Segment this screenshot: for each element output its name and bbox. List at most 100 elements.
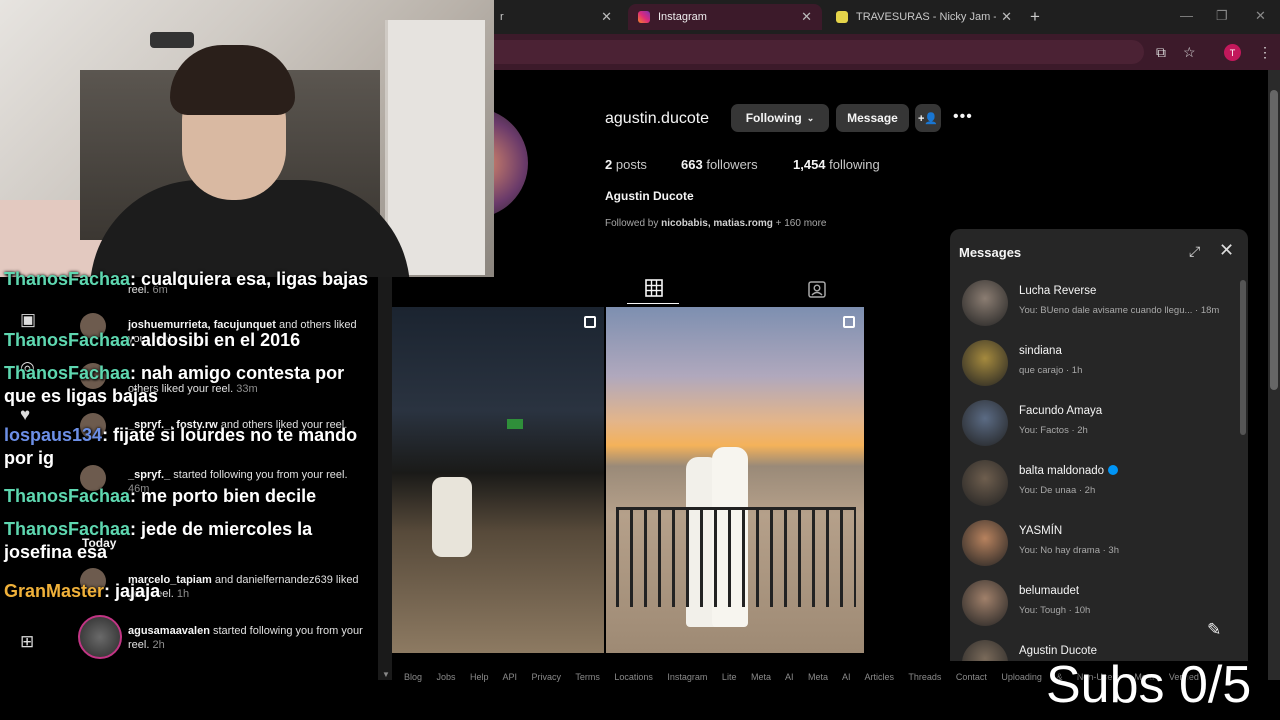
thread-name: YASMÍN	[1019, 525, 1062, 537]
address-field[interactable]	[494, 40, 1144, 64]
browser-tab[interactable]: r ✕	[494, 4, 622, 30]
post-thumbnail[interactable]	[606, 307, 864, 653]
notification-item[interactable]: agusamaavalen started following you from…	[128, 624, 368, 652]
page-scrollbar-thumb[interactable]	[1270, 90, 1278, 390]
messages-title: Messages	[959, 245, 1022, 260]
notification-users: _spryf._	[128, 469, 171, 481]
message-thread[interactable]: Lucha Reverse You: BUeno dale avisame cua…	[960, 276, 1230, 336]
notification-time: 2h	[152, 639, 165, 651]
more-menu-icon[interactable]: ⊞	[20, 632, 34, 652]
thread-preview: You: BUeno dale avisame cuando llegu... …	[1019, 305, 1220, 316]
thread-preview: You: De unaa · 2h	[1019, 485, 1096, 496]
chat-text: : jajaja	[104, 581, 161, 601]
notification-text: started following you from your reel.	[173, 469, 348, 481]
thread-name-text: belumaudet	[1019, 585, 1080, 597]
close-tab-icon[interactable]: ✕	[801, 9, 812, 25]
message-thread[interactable]: balta maldonado You: De unaa · 2h	[960, 456, 1230, 516]
followers-stat[interactable]: 663 followers	[681, 157, 758, 172]
webcam-background	[150, 32, 194, 48]
tagged-tab-icon[interactable]	[808, 280, 826, 298]
thread-name: Lucha Reverse	[1019, 285, 1096, 297]
chat-username: GranMaster	[4, 581, 105, 601]
suggested-people-icon[interactable]: +👤	[915, 104, 941, 132]
notification-avatar[interactable]	[78, 615, 122, 659]
message-thread[interactable]: Facundo Amaya You: Factos · 2h	[960, 396, 1230, 456]
chat-message: lospaus134: fijate si lourdes no te mand…	[4, 424, 374, 470]
expand-icon[interactable]: ⤢	[1189, 243, 1200, 260]
message-thread[interactable]: YASMÍN You: No hay drama · 3h	[960, 516, 1230, 576]
posts-label: posts	[615, 157, 647, 172]
thread-name: belumaudet	[1019, 585, 1079, 597]
chevron-down-icon: ⌄	[806, 112, 815, 123]
chat-username: ThanosFachaa	[4, 269, 131, 289]
minimize-icon[interactable]: —	[1180, 8, 1193, 23]
message-button[interactable]: Message	[836, 104, 909, 132]
scroll-down-icon[interactable]: ▼	[382, 670, 390, 679]
thread-name-text: Facundo Amaya	[1019, 405, 1103, 417]
tab-title: TRAVESURAS - Nicky Jam - LET	[856, 11, 996, 23]
thread-name: sindiana	[1019, 345, 1062, 357]
thread-avatar	[962, 580, 1008, 626]
verified-badge-icon	[1108, 465, 1119, 475]
notification-users: agusamaavalen	[128, 625, 210, 637]
close-tab-icon[interactable]: ✕	[1001, 9, 1012, 25]
browser-menu-icon[interactable]: ⋮	[1258, 44, 1272, 61]
following-button[interactable]: Following ⌄	[731, 104, 829, 132]
post-thumbnail[interactable]	[392, 307, 604, 653]
close-tab-icon[interactable]: ✕	[601, 9, 612, 25]
following-label: Following	[745, 111, 802, 125]
messages-scrollbar[interactable]	[1240, 280, 1246, 435]
more-options-icon[interactable]: •••	[953, 108, 973, 126]
thread-preview: You: Factos · 2h	[1019, 425, 1088, 436]
chat-username: ThanosFachaa	[4, 330, 131, 350]
thread-name: Facundo Amaya	[1019, 405, 1102, 417]
chat-message: ThanosFachaa: me porto bien decile	[4, 485, 374, 508]
posts-grid-tab-icon[interactable]	[645, 279, 663, 297]
chat-text: : aldosibi en el 2016	[130, 330, 301, 350]
following-stat-label: following	[829, 157, 880, 172]
following-stat[interactable]: 1,454 following	[793, 157, 880, 172]
carousel-icon	[584, 316, 596, 328]
notifications-scrollbar[interactable]	[378, 277, 392, 680]
active-tab-indicator	[627, 303, 679, 304]
webcam-overlay	[0, 0, 494, 277]
tab-title: Instagram	[658, 11, 707, 23]
thread-name-text: balta maldonado	[1019, 465, 1105, 477]
window-close-icon[interactable]: ✕	[1255, 8, 1266, 24]
reels-icon[interactable]: ▣	[20, 310, 36, 330]
close-icon[interactable]: ✕	[1219, 240, 1234, 261]
thread-name-text: Lucha Reverse	[1019, 285, 1097, 297]
followers-count: 663	[681, 157, 703, 172]
browser-profile-avatar[interactable]: T	[1224, 44, 1241, 61]
thread-name-text: YASMÍN	[1019, 525, 1063, 537]
thread-avatar	[962, 280, 1008, 326]
flag-icon	[507, 419, 523, 429]
chat-username: ThanosFachaa	[4, 363, 131, 383]
heart-icon[interactable]: ♥	[20, 405, 30, 425]
followed-by[interactable]: Followed by nicobabis, matias.romg + 160…	[605, 218, 827, 229]
chat-message: ThanosFachaa: jede de miercoles la josef…	[4, 518, 374, 564]
instagram-favicon-icon	[638, 11, 650, 23]
browser-tab-music[interactable]: TRAVESURAS - Nicky Jam - LET ✕	[826, 4, 1022, 30]
message-thread[interactable]: sindiana que carajo · 1h	[960, 336, 1230, 396]
thread-avatar	[962, 640, 1008, 661]
chat-message: ThanosFachaa: cualquiera esa, ligas baja…	[4, 268, 374, 291]
tab-title: r	[500, 11, 504, 23]
followed-by-users: nicobabis, matias.romg	[661, 218, 773, 229]
post-figure	[432, 477, 472, 557]
thread-preview: que carajo · 1h	[1019, 365, 1083, 376]
new-message-icon[interactable]: ✎	[1207, 620, 1221, 640]
posts-count: 2	[605, 157, 613, 172]
new-tab-button[interactable]: +	[1030, 7, 1040, 27]
message-thread[interactable]: belumaudet You: Tough · 10h	[960, 576, 1230, 636]
followed-by-more: + 160 more	[775, 218, 827, 229]
restore-icon[interactable]: ❐	[1216, 8, 1228, 24]
chat-message: GranMaster: jajaja	[4, 580, 374, 603]
posts-stat: 2 posts	[605, 157, 647, 172]
chat-username: ThanosFachaa	[4, 486, 131, 506]
bookmark-star-icon[interactable]: ☆	[1183, 44, 1196, 61]
install-app-icon[interactable]: ⧉	[1156, 44, 1166, 61]
browser-tab-instagram[interactable]: Instagram ✕	[628, 4, 822, 30]
following-count: 1,454	[793, 157, 826, 172]
thread-avatar	[962, 520, 1008, 566]
